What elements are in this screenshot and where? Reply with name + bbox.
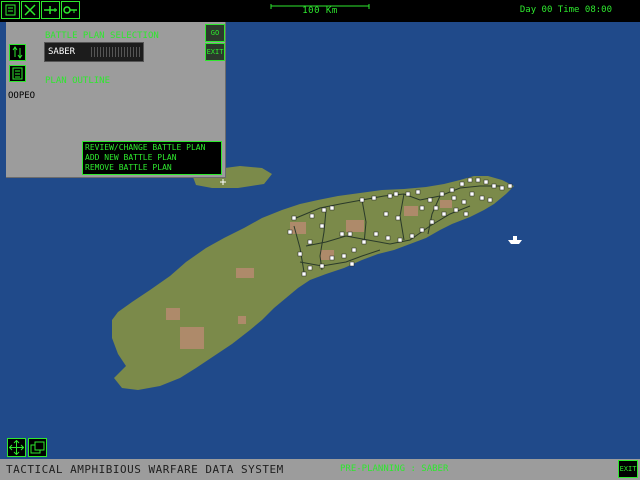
plan-outline-label: PLAN OUTLINE <box>45 76 111 86</box>
day-time-label: Day 00 Time 08:00 <box>519 5 612 15</box>
panel-title: BATTLE PLAN SELECTION <box>45 31 159 41</box>
file-button[interactable] <box>1 1 20 19</box>
tools-button[interactable] <box>21 1 40 19</box>
terrain-patch <box>238 316 246 324</box>
up-down-arrows-icon <box>12 46 23 59</box>
plan-action-menu: REVIEW/CHANGE BATTLE PLAN ADD NEW BATTLE… <box>82 141 222 175</box>
key-button[interactable] <box>61 1 80 19</box>
battle-plan-panel: BATTLE PLAN SELECTION SABER PLAN OUTLINE… <box>6 22 226 178</box>
app-title: TACTICAL AMPHIBIOUS WARFARE DATA SYSTEM <box>6 463 284 476</box>
panel-exit-button[interactable]: EXIT <box>205 43 225 61</box>
status-text: PRE-PLANNING : SABER <box>340 464 449 474</box>
window-button[interactable] <box>28 438 47 457</box>
map-scale: 100 Km <box>270 4 370 18</box>
menu-item-remove[interactable]: REMOVE BATTLE PLAN <box>85 163 219 173</box>
menu-item-review-change[interactable]: REVIEW/CHANGE BATTLE PLAN <box>85 143 219 153</box>
file-icon <box>5 4 16 16</box>
screen: 100 Km Day 00 Time 08:00 BATTLE PLAN SEL… <box>0 0 640 480</box>
document-icon <box>12 67 23 80</box>
aircraft-button[interactable] <box>41 1 60 19</box>
tools-icon <box>24 4 36 16</box>
exit-button[interactable]: EXIT <box>618 460 638 478</box>
terrain-patch <box>404 206 418 216</box>
terrain-patch <box>346 220 364 232</box>
sort-button[interactable] <box>9 44 26 61</box>
terrain-patch <box>290 222 306 234</box>
bottom-status-bar: TACTICAL AMPHIBIOUS WARFARE DATA SYSTEM … <box>0 459 640 480</box>
pan-arrows-icon <box>9 440 24 455</box>
plan-name-value: SABER <box>48 47 76 57</box>
aircraft-icon <box>44 6 57 14</box>
top-toolbar: 100 Km Day 00 Time 08:00 <box>0 0 640 22</box>
terrain-patch <box>166 308 180 320</box>
document-button[interactable] <box>9 65 26 82</box>
pan-button[interactable] <box>7 438 26 457</box>
window-icon <box>30 441 45 454</box>
go-button[interactable]: GO <box>205 24 225 42</box>
menu-item-add-new[interactable]: ADD NEW BATTLE PLAN <box>85 153 219 163</box>
scale-label: 100 Km <box>302 6 338 16</box>
plan-name-field[interactable]: SABER <box>44 42 144 62</box>
terrain-patch <box>180 327 204 349</box>
terrain-patch <box>440 200 452 208</box>
terrain-patch <box>236 268 254 278</box>
oopeo-label: OOPEO <box>8 91 36 101</box>
key-icon <box>63 6 77 14</box>
field-fill-pattern <box>91 47 141 57</box>
